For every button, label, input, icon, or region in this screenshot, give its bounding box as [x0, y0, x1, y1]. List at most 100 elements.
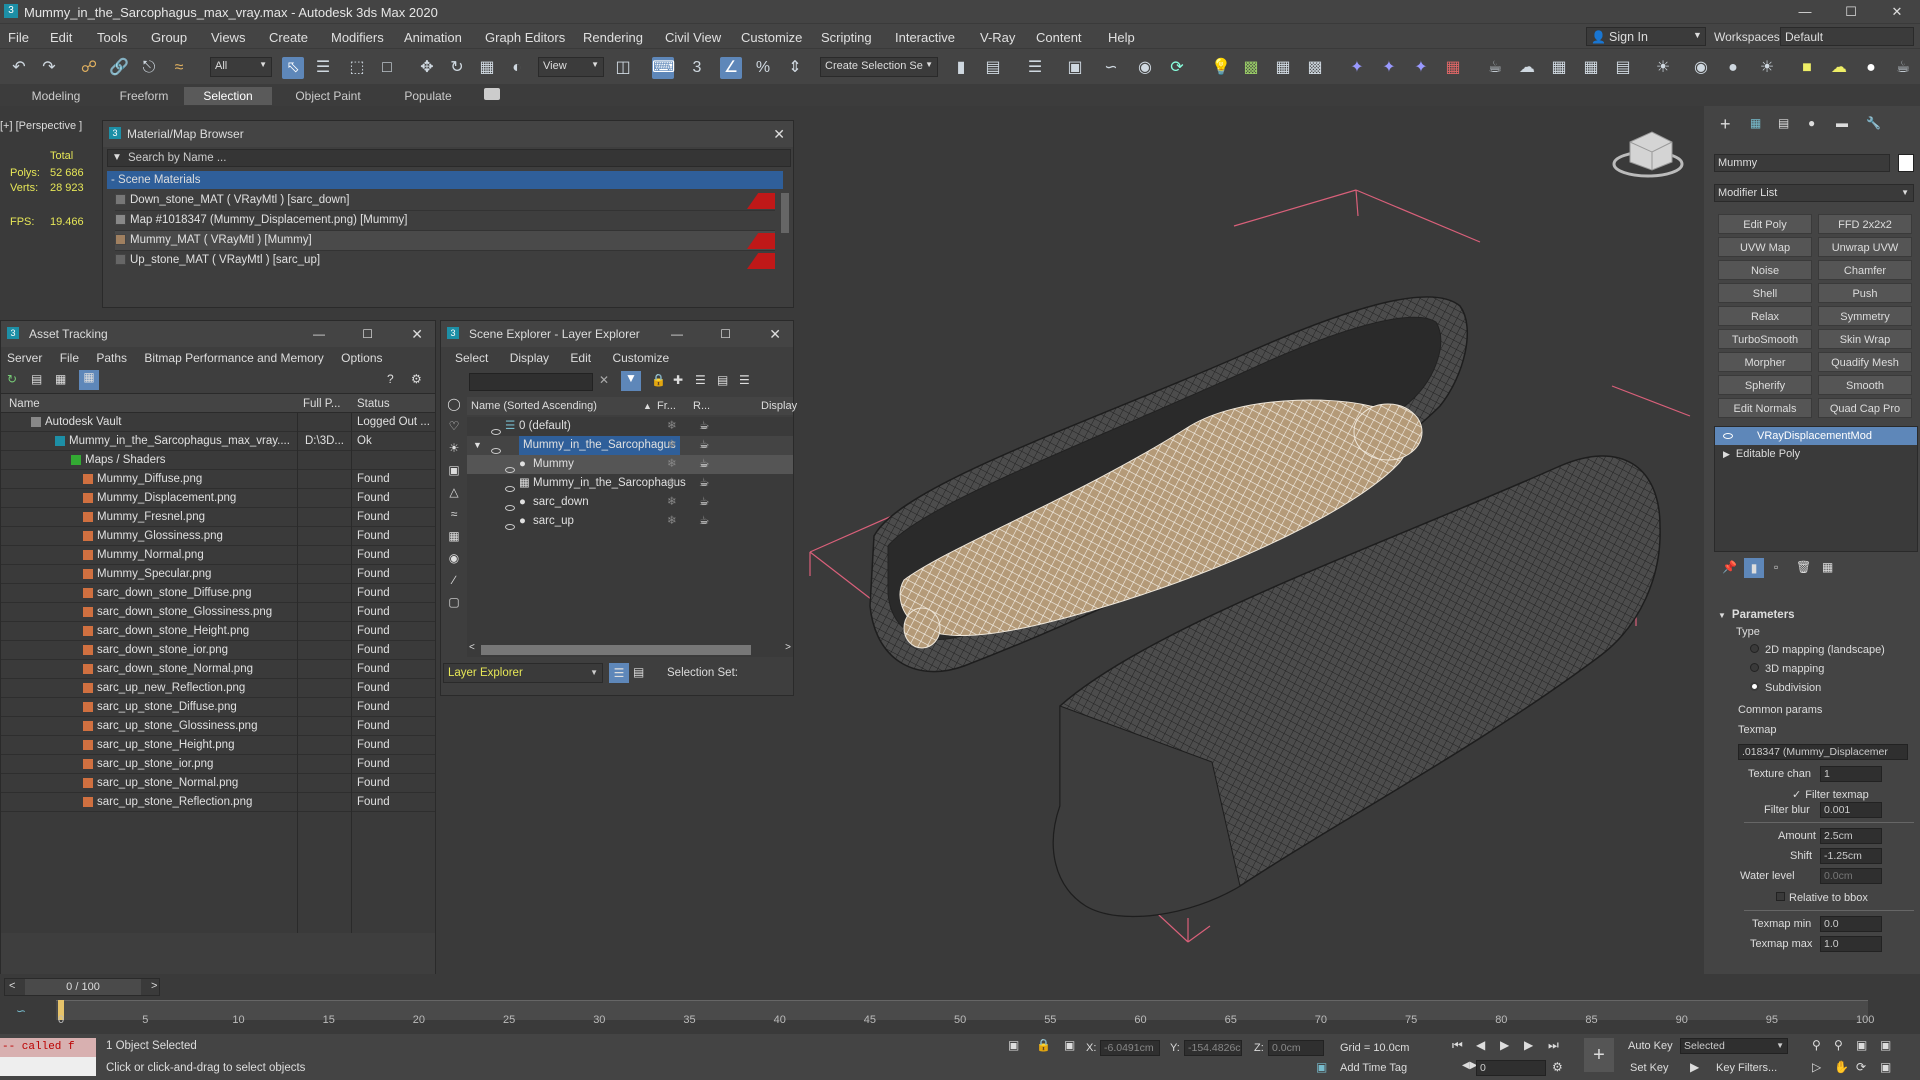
asset-row[interactable]: Mummy_Glossiness.png Found — [1, 527, 435, 546]
display-space-warps-icon[interactable]: ≈ — [443, 507, 465, 529]
isolate-selection-icon[interactable]: ▣ — [1008, 1038, 1019, 1052]
menu-group[interactable]: Group — [151, 30, 187, 45]
menu-server[interactable]: Server — [7, 351, 42, 365]
zoom-extents-all-icon[interactable]: ▣ — [1880, 1038, 1891, 1052]
material-item[interactable]: Mummy_MAT ( VRayMtl ) [Mummy] — [115, 231, 775, 251]
sort-icon[interactable]: ▤ — [717, 373, 728, 387]
freeze-icon[interactable]: ❄ — [667, 474, 677, 493]
asset-row[interactable]: sarc_up_new_Reflection.png Found — [1, 679, 435, 698]
close-icon[interactable]: ✕ — [773, 121, 785, 147]
list-view-icon[interactable]: ▤ — [31, 372, 42, 386]
toggle-ribbon-icon[interactable]: ▣ — [1064, 57, 1086, 79]
col-status[interactable]: Status — [357, 394, 390, 414]
menu-customize[interactable]: Customize — [612, 351, 669, 365]
col-render[interactable]: R... — [693, 397, 710, 415]
type-option-2d[interactable]: 2D mapping (landscape) — [1750, 644, 1885, 656]
white-sphere-icon[interactable]: ● — [1860, 57, 1882, 79]
col-name-sorted[interactable]: Name (Sorted Ascending) — [471, 397, 597, 415]
select-object-icon[interactable]: ⬁ — [282, 57, 304, 79]
table-view-icon[interactable]: ▦ — [79, 370, 99, 390]
texmap-min-spinner[interactable]: 0.0 — [1820, 916, 1882, 932]
asset-row[interactable]: Mummy_Fresnel.png Found — [1, 508, 435, 527]
y-coordinate-field[interactable]: -154.4826c — [1184, 1040, 1242, 1056]
object-color-swatch[interactable] — [1898, 154, 1914, 172]
menu-edit[interactable]: Edit — [570, 351, 591, 365]
menu-views[interactable]: Views — [211, 30, 245, 45]
material-item[interactable]: Down_stone_MAT ( VRayMtl ) [sarc_down] — [115, 191, 775, 211]
expand-icon[interactable]: ▼ — [473, 436, 482, 455]
freeze-icon[interactable]: ❄ — [667, 455, 677, 474]
key-filters-icon[interactable]: ▶ — [1690, 1060, 1699, 1074]
move-icon[interactable]: ✥ — [416, 57, 438, 79]
auto-key-button[interactable]: Auto Key — [1628, 1040, 1673, 1052]
modifier-button-morpher[interactable]: Morpher — [1718, 352, 1812, 372]
menu-options[interactable]: Options — [341, 351, 382, 365]
hierarchy-tab-icon[interactable]: ▤ — [1778, 116, 1789, 130]
rectangular-selection-icon[interactable]: ⬚ — [346, 57, 368, 79]
render-teapot-icon[interactable]: ☕ — [699, 493, 709, 512]
scene-tree-hscrollbar[interactable]: < > — [467, 642, 793, 657]
close-button[interactable]: ✕ — [1874, 0, 1920, 24]
layer-explorer-dropdown[interactable]: Layer Explorer ▼ — [443, 663, 603, 683]
refresh-icon[interactable]: ↻ — [7, 372, 17, 386]
zoom-icon[interactable]: ⚲ — [1812, 1038, 1821, 1052]
material-swatch-icon[interactable]: ■ — [1796, 57, 1818, 79]
viewcube[interactable] — [1612, 131, 1684, 178]
keyboard-shortcut-override-icon[interactable]: ⌨ — [652, 57, 675, 79]
asset-row[interactable]: sarc_up_stone_Normal.png Found — [1, 774, 435, 793]
menu-modifiers[interactable]: Modifiers — [331, 30, 384, 45]
modifier-button-skin-wrap[interactable]: Skin Wrap — [1818, 329, 1912, 349]
z-coordinate-field[interactable]: 0.0cm — [1268, 1040, 1324, 1056]
filter-blur-spinner[interactable]: 0.001 — [1820, 802, 1882, 818]
menu-file[interactable]: File — [60, 351, 79, 365]
freeze-icon[interactable]: ❄ — [667, 436, 677, 455]
modifier-button-noise[interactable]: Noise — [1718, 260, 1812, 280]
menu-animation[interactable]: Animation — [404, 30, 462, 45]
create-tab-icon[interactable]: + — [1720, 114, 1731, 135]
display-tab-icon[interactable]: ▬ — [1836, 116, 1848, 130]
settings-icon[interactable]: ⚙ — [411, 372, 422, 386]
next-frame-icon[interactable]: > — [151, 980, 157, 992]
modifier-button-unwrap-uvw[interactable]: Unwrap UVW — [1818, 237, 1912, 257]
col-freeze[interactable]: Fr... — [657, 397, 676, 415]
modifier-list-dropdown[interactable]: Modifier List ▼ — [1714, 184, 1914, 202]
scroll-left-icon[interactable]: < — [469, 642, 475, 653]
maxscript-listener[interactable]: -- called f — [0, 1038, 96, 1076]
scroll-right-icon[interactable]: > — [785, 642, 791, 653]
menu-civil-view[interactable]: Civil View — [665, 30, 721, 45]
display-lights-icon[interactable]: ☀ — [443, 441, 465, 463]
light-lister-icon[interactable]: ☀ — [1652, 57, 1674, 79]
tab-freeform[interactable]: Freeform — [104, 87, 184, 105]
percent-snap-icon[interactable]: % — [752, 57, 774, 79]
layer-row-mummy-in-sarcophagus[interactable]: ▼ Mummy_in_the_Sarcophagus ❄ ☕ — [467, 436, 793, 455]
asset-row[interactable]: Autodesk Vault Logged Out ... — [1, 413, 435, 432]
menu-bitmap-performance[interactable]: Bitmap Performance and Memory — [144, 351, 323, 365]
time-slider-thumb[interactable]: 0 / 100 — [25, 979, 141, 995]
object-row-sarc-down[interactable]: ● sarc_down ❄ ☕ — [467, 493, 793, 512]
modifier-button-edit-poly[interactable]: Edit Poly — [1718, 214, 1812, 234]
render-production-icon[interactable]: ▦ — [1272, 57, 1294, 79]
undo-icon[interactable]: ↶ — [8, 57, 30, 79]
tab-modeling[interactable]: Modeling — [8, 87, 104, 105]
select-and-link-icon[interactable]: ☍ — [78, 57, 100, 79]
asset-row[interactable]: sarc_down_stone_ior.png Found — [1, 641, 435, 660]
configure-sets-icon[interactable]: ▦ — [1822, 560, 1833, 574]
asset-row[interactable]: Maps / Shaders — [1, 451, 435, 470]
modifier-button-turbosmooth[interactable]: TurboSmooth — [1718, 329, 1812, 349]
material-browser-titlebar[interactable]: 3 Material/Map Browser ✕ — [103, 121, 793, 147]
modifier-button-shell[interactable]: Shell — [1718, 283, 1812, 303]
maximize-viewport-icon[interactable]: ▣ — [1880, 1060, 1891, 1074]
vray-frame-buffer-icon[interactable]: ▦ — [1442, 57, 1464, 79]
ribbon-toggle-icon[interactable] — [484, 88, 500, 100]
scale-icon[interactable]: ▦ — [476, 57, 498, 79]
network-icon[interactable]: ◉ — [1690, 57, 1712, 79]
col-display[interactable]: Display — [761, 397, 797, 415]
asset-row[interactable]: Mummy_Normal.png Found — [1, 546, 435, 565]
time-slider[interactable]: < 0 / 100 > — [4, 978, 160, 996]
key-selection-dropdown[interactable]: Selected ▼ — [1680, 1038, 1788, 1054]
render-elements-icon[interactable]: ▦ — [1548, 57, 1570, 79]
freeze-icon[interactable]: ❄ — [667, 417, 677, 436]
menu-paths[interactable]: Paths — [96, 351, 127, 365]
stack-item-editable-poly[interactable]: ▶ Editable Poly — [1715, 445, 1917, 463]
rendered-frame-window-icon[interactable]: ▩ — [1240, 57, 1262, 79]
